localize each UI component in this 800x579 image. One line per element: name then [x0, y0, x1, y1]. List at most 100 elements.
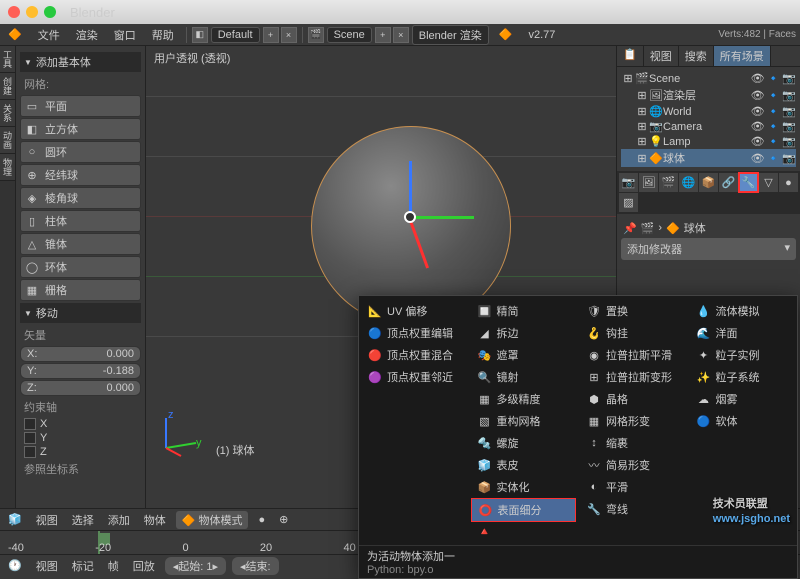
modifier-item[interactable]: 🔵软体 [690, 410, 796, 432]
render-engine-selector[interactable]: Blender 渲染 [412, 25, 489, 45]
tab-tools[interactable]: 工具 [0, 46, 15, 73]
menu-window[interactable]: 窗口 [106, 27, 144, 43]
outliner-row[interactable]: ⊞🎬Scene👁🔹📷 [621, 71, 796, 86]
eye-icon[interactable]: 👁 [751, 89, 765, 102]
modifier-item[interactable]: 📦实体化 [471, 476, 577, 498]
arrow-icon[interactable]: 🔹 [767, 89, 781, 102]
maximize-window-button[interactable] [44, 6, 56, 18]
prop-tab-scene[interactable]: 🎬 [659, 173, 678, 192]
modifier-item[interactable]: 🪝钩挂 [580, 322, 686, 344]
frame-end[interactable]: ◂结束: [232, 557, 279, 575]
arrow-icon[interactable]: 🔹 [767, 152, 781, 165]
mesh-3[interactable]: ⊕经纬球 [20, 164, 141, 186]
layout-prev-button[interactable]: ◧ [192, 27, 208, 43]
prop-tab-layers[interactable]: 🖼 [639, 173, 658, 192]
outliner-tab-view[interactable]: 视图 [644, 46, 679, 66]
minimize-window-button[interactable] [26, 6, 38, 18]
mesh-6[interactable]: △锥体 [20, 233, 141, 255]
prop-tab-constraints[interactable]: 🔗 [719, 173, 738, 192]
pivot-icon[interactable]: ⊕ [275, 513, 292, 526]
tl-menu-marker[interactable]: 标记 [68, 558, 98, 574]
outliner-tab-all[interactable]: 所有场景 [714, 46, 771, 66]
render-icon[interactable]: 📷 [782, 152, 796, 165]
prop-tab-modifiers[interactable]: 🔧 [739, 173, 758, 192]
eye-icon[interactable]: 👁 [751, 105, 765, 118]
modifier-item[interactable]: 📐UV 偏移 [361, 300, 467, 322]
breadcrumb-object[interactable]: 球体 [684, 220, 706, 236]
tab-relations[interactable]: 关系 [0, 100, 15, 127]
modifier-item[interactable]: ↕缩裹 [580, 432, 686, 454]
prop-tab-render[interactable]: 📷 [619, 173, 638, 192]
eye-icon[interactable]: 👁 [751, 120, 765, 133]
eye-icon[interactable]: 👁 [751, 72, 765, 85]
mesh-4[interactable]: ◈棱角球 [20, 187, 141, 209]
arrow-icon[interactable]: 🔹 [767, 72, 781, 85]
scene-selector[interactable]: Scene [327, 27, 372, 43]
modifier-item[interactable]: 🔍镜射 [471, 366, 577, 388]
arrow-icon[interactable]: 🔹 [767, 135, 781, 148]
modifier-item[interactable]: 〰简易形变 [580, 454, 686, 476]
modifier-item[interactable]: 🔲精简 [471, 300, 577, 322]
axis-field-2[interactable]: Z:0.000 [20, 380, 141, 396]
modifier-item[interactable]: ⊞拉普拉斯变形 [580, 366, 686, 388]
mesh-1[interactable]: ◧立方体 [20, 118, 141, 140]
outliner-editor-icon[interactable]: 📋 [617, 46, 644, 66]
prop-tab-material[interactable]: ● [779, 173, 798, 192]
modifier-item[interactable]: ✨粒子系统 [690, 366, 796, 388]
modifier-item[interactable]: 🔺 [471, 522, 577, 541]
modifier-item[interactable]: ▧重构网格 [471, 410, 577, 432]
outliner-row[interactable]: ⊞🖼渲染层👁🔹📷 [621, 86, 796, 104]
axis-field-0[interactable]: X:0.000 [20, 346, 141, 362]
render-icon[interactable]: 📷 [782, 89, 796, 102]
scene-add-button[interactable]: + [375, 27, 391, 43]
menu-render[interactable]: 渲染 [68, 27, 106, 43]
mesh-5[interactable]: ▯柱体 [20, 210, 141, 232]
layout-selector[interactable]: Default [211, 27, 260, 43]
frame-start[interactable]: ◂起始: 1▸ [165, 557, 226, 575]
tab-physics[interactable]: 物理 [0, 154, 15, 181]
render-icon[interactable]: 📷 [782, 72, 796, 85]
layout-del-button[interactable]: × [281, 27, 297, 43]
axis-field-1[interactable]: Y:-0.188 [20, 363, 141, 379]
modifier-item[interactable]: 🟣顶点权重邻近 [361, 366, 467, 388]
modifier-item[interactable]: 🌊洋面 [690, 322, 796, 344]
tab-create[interactable]: 创建 [0, 73, 15, 100]
modifier-item[interactable]: 🔩螺旋 [471, 432, 577, 454]
scene-browse-button[interactable]: 🎬 [308, 27, 324, 43]
render-icon[interactable]: 📷 [782, 135, 796, 148]
eye-icon[interactable]: 👁 [751, 135, 765, 148]
prop-tab-data[interactable]: ▽ [759, 173, 778, 192]
scene-del-button[interactable]: × [393, 27, 409, 43]
arrow-icon[interactable]: 🔹 [767, 105, 781, 118]
constraint-X[interactable]: X [20, 417, 141, 431]
modifier-item[interactable]: ☁烟雾 [690, 388, 796, 410]
constraint-Y[interactable]: Y [20, 431, 141, 445]
render-icon[interactable]: 📷 [782, 105, 796, 118]
modifier-item[interactable]: 💧流体模拟 [690, 300, 796, 322]
add-modifier-button[interactable]: 添加修改器▾ [621, 238, 796, 260]
modifier-item[interactable]: ▦网格形变 [580, 410, 686, 432]
vp-menu-select[interactable]: 选择 [68, 512, 98, 528]
modifier-item[interactable]: 🛡置换 [580, 300, 686, 322]
mesh-2[interactable]: ○圆环 [20, 141, 141, 163]
tl-menu-view[interactable]: 视图 [32, 558, 62, 574]
arrow-icon[interactable]: 🔹 [767, 120, 781, 133]
mesh-7[interactable]: ◯环体 [20, 256, 141, 278]
modifier-item[interactable]: ▦多级精度 [471, 388, 577, 410]
layout-add-button[interactable]: + [263, 27, 279, 43]
modifier-item[interactable]: 🔴顶点权重混合 [361, 344, 467, 366]
menu-help[interactable]: 帮助 [144, 27, 182, 43]
timeline-editor-icon[interactable]: 🕐 [4, 559, 26, 572]
outliner-tab-search[interactable]: 搜索 [679, 46, 714, 66]
add-primitive-header[interactable]: 添加基本体 [20, 52, 141, 72]
constraint-Z[interactable]: Z [20, 445, 141, 459]
outliner-row[interactable]: ⊞🌐World👁🔹📷 [621, 104, 796, 119]
modifier-item[interactable]: 🔧弯线 [580, 498, 686, 520]
close-window-button[interactable] [8, 6, 20, 18]
outliner-row[interactable]: ⊞📷Camera👁🔹📷 [621, 119, 796, 134]
vp-menu-view[interactable]: 视图 [32, 512, 62, 528]
outliner-row[interactable]: ⊞💡Lamp👁🔹📷 [621, 134, 796, 149]
tl-menu-playback[interactable]: 回放 [129, 558, 159, 574]
vp-menu-object[interactable]: 物体 [140, 512, 170, 528]
prop-tab-object[interactable]: 📦 [699, 173, 718, 192]
